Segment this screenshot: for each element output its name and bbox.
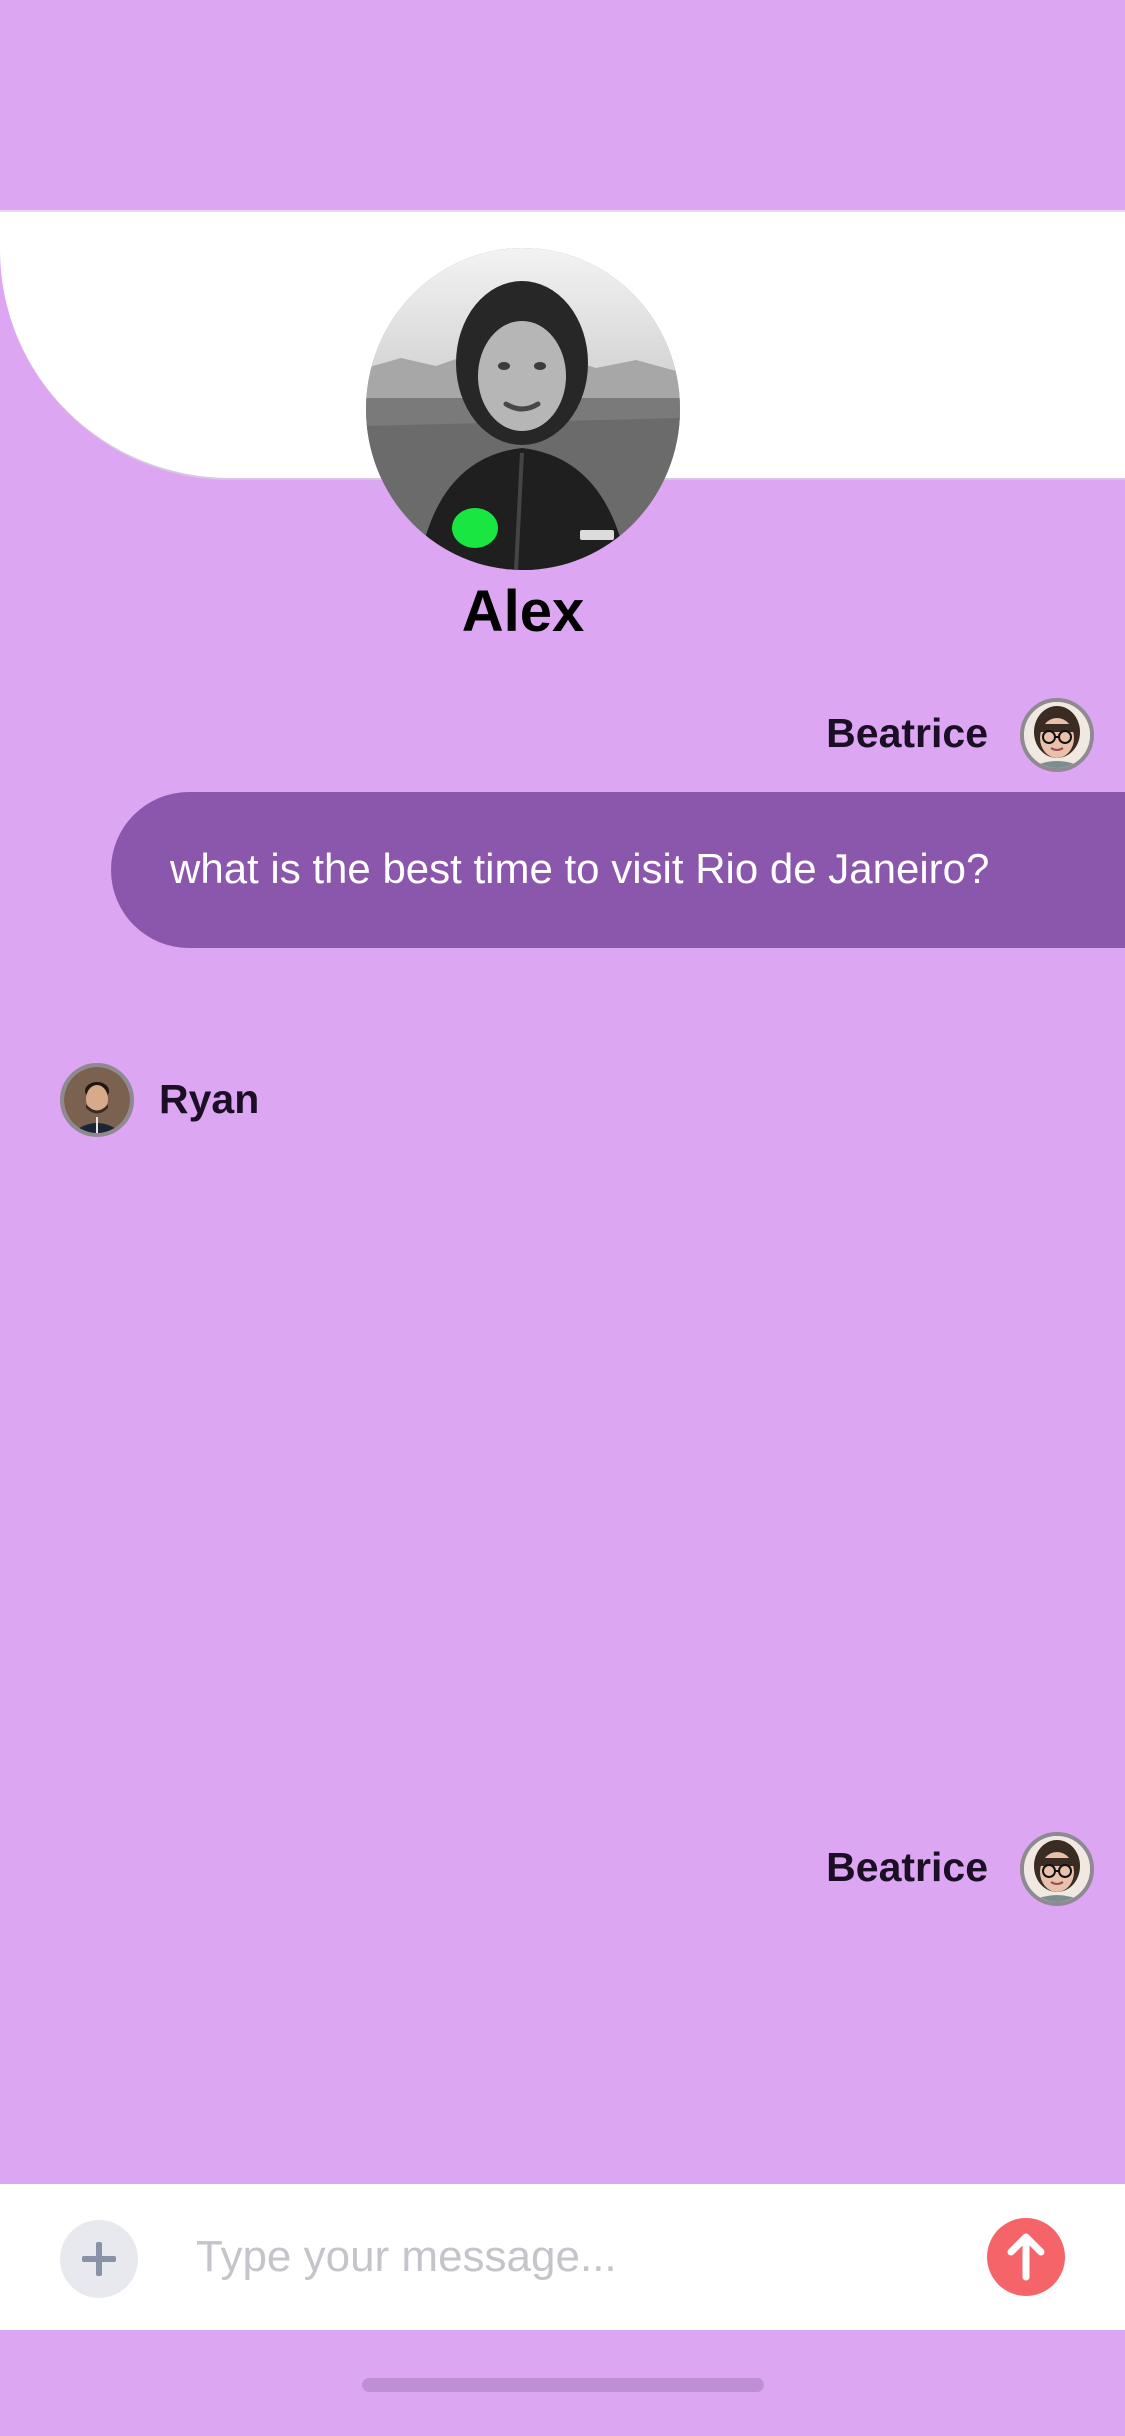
message-bubble[interactable]: what is the best time to visit Rio de Ja… bbox=[111, 792, 1125, 948]
contact-photo bbox=[366, 248, 680, 570]
online-status-dot bbox=[452, 508, 498, 548]
message-text: what is the best time to visit Rio de Ja… bbox=[170, 845, 990, 892]
message-composer bbox=[0, 2184, 1125, 2330]
beatrice-photo bbox=[1024, 1836, 1090, 1902]
home-indicator[interactable] bbox=[362, 2378, 764, 2392]
avatar[interactable] bbox=[60, 1063, 134, 1137]
beatrice-photo bbox=[1024, 702, 1090, 768]
contact-name: Alex bbox=[461, 579, 585, 644]
send-button[interactable] bbox=[987, 2218, 1065, 2296]
message-input[interactable] bbox=[196, 2212, 956, 2302]
arrow-up-icon bbox=[1007, 2233, 1045, 2281]
ryan-photo bbox=[64, 1067, 130, 1133]
add-attachment-button[interactable] bbox=[60, 2220, 138, 2298]
contact-avatar[interactable] bbox=[366, 248, 680, 570]
sender-name: Beatrice bbox=[826, 710, 988, 756]
avatar[interactable] bbox=[1020, 698, 1094, 772]
avatar[interactable] bbox=[1020, 1832, 1094, 1906]
sender-name: Ryan bbox=[159, 1076, 260, 1122]
sender-name: Beatrice bbox=[826, 1844, 988, 1890]
